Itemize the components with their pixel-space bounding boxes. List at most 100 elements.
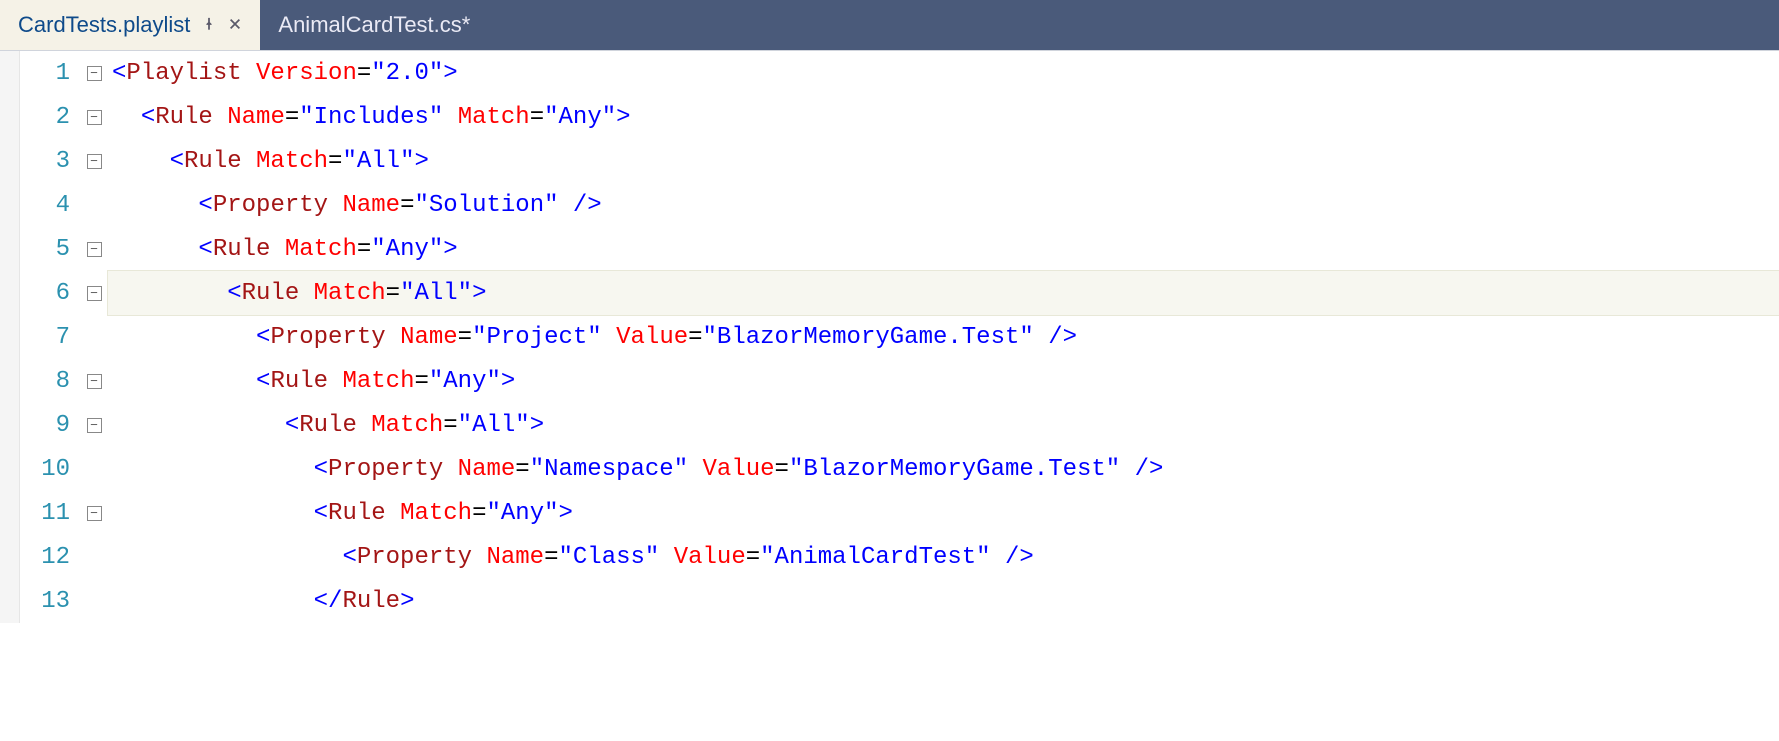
token-elem: Rule xyxy=(155,104,213,131)
tab-inactive[interactable]: AnimalCardTest.cs* xyxy=(260,0,488,50)
token-attr: Value xyxy=(616,324,688,351)
margin-strip xyxy=(0,51,20,623)
token-plain xyxy=(357,412,371,439)
token-attr: Name xyxy=(458,456,516,483)
token-punct: < xyxy=(314,500,328,527)
fold-collapse-icon[interactable]: − xyxy=(87,506,102,521)
code-line[interactable]: <Rule Match="All"> xyxy=(108,139,1779,183)
token-eq: = xyxy=(515,456,529,483)
code-line[interactable]: <Rule Match="Any"> xyxy=(108,227,1779,271)
fold-column: − xyxy=(80,374,108,389)
fold-collapse-icon[interactable]: − xyxy=(87,66,102,81)
editor-area: 1−2−3−45−6−78−9−1011−1213 <Playlist Vers… xyxy=(0,50,1779,623)
line-number: 4 xyxy=(20,192,80,219)
code-line[interactable]: <Property Name="Namespace" Value="Blazor… xyxy=(108,447,1779,491)
token-eq: = xyxy=(746,544,760,571)
token-plain xyxy=(472,544,486,571)
tab-active-label: CardTests.playlist xyxy=(18,12,190,38)
token-str: "All" xyxy=(342,148,414,175)
tab-active[interactable]: CardTests.playlist xyxy=(0,0,260,50)
gutter-row: 5− xyxy=(20,227,108,271)
token-str: "Any" xyxy=(429,368,501,395)
token-punct: > xyxy=(559,500,573,527)
token-punct: > xyxy=(472,280,486,307)
gutter: 1−2−3−45−6−78−9−1011−1213 xyxy=(20,51,108,623)
code-line[interactable]: <Rule Match="Any"> xyxy=(108,491,1779,535)
token-eq: = xyxy=(414,368,428,395)
code-line[interactable]: <Rule Name="Includes" Match="Any"> xyxy=(108,95,1779,139)
gutter-row: 9− xyxy=(20,403,108,447)
token-punct: < xyxy=(170,148,184,175)
fold-collapse-icon[interactable]: − xyxy=(87,154,102,169)
token-eq: = xyxy=(472,500,486,527)
gutter-row: 12 xyxy=(20,535,108,579)
code-line[interactable]: <Property Name="Project" Value="BlazorMe… xyxy=(108,315,1779,359)
code-line[interactable]: <Property Name="Class" Value="AnimalCard… xyxy=(108,535,1779,579)
token-str: "AnimalCardTest" xyxy=(760,544,990,571)
token-str: "Namespace" xyxy=(530,456,688,483)
token-plain xyxy=(386,500,400,527)
token-attr: Value xyxy=(674,544,746,571)
code-line[interactable]: <Rule Match="Any"> xyxy=(108,359,1779,403)
code-line[interactable]: <Property Name="Solution" /> xyxy=(108,183,1779,227)
token-punct: > xyxy=(616,104,630,131)
token-eq: = xyxy=(544,544,558,571)
line-number: 8 xyxy=(20,368,80,395)
token-str: "Any" xyxy=(544,104,616,131)
line-number: 6 xyxy=(20,280,80,307)
token-attr: Name xyxy=(486,544,544,571)
fold-collapse-icon[interactable]: − xyxy=(87,418,102,433)
token-eq: = xyxy=(328,148,342,175)
token-str: "Any" xyxy=(371,236,443,263)
token-attr: Name xyxy=(227,104,285,131)
code-line[interactable]: <Rule Match="All"> xyxy=(108,403,1779,447)
line-number: 10 xyxy=(20,456,80,483)
gutter-row: 11− xyxy=(20,491,108,535)
token-plain xyxy=(386,324,400,351)
token-plain xyxy=(443,456,457,483)
token-punct: < xyxy=(227,280,241,307)
code-line[interactable]: </Rule> xyxy=(108,579,1779,623)
fold-collapse-icon[interactable]: − xyxy=(87,242,102,257)
token-eq: = xyxy=(458,324,472,351)
token-plain xyxy=(602,324,616,351)
token-str: "All" xyxy=(458,412,530,439)
code-line[interactable]: <Rule Match="All"> xyxy=(108,271,1779,315)
token-punct: < xyxy=(314,456,328,483)
pin-icon[interactable] xyxy=(202,15,216,36)
fold-collapse-icon[interactable]: − xyxy=(87,110,102,125)
token-elem: Rule xyxy=(242,280,300,307)
fold-column: − xyxy=(80,154,108,169)
token-punct: /> xyxy=(573,192,602,219)
fold-column: − xyxy=(80,110,108,125)
fold-collapse-icon[interactable]: − xyxy=(87,286,102,301)
close-icon[interactable] xyxy=(228,15,242,36)
token-str: "BlazorMemoryGame.Test" xyxy=(703,324,1034,351)
token-elem: Rule xyxy=(342,588,400,615)
token-punct: > xyxy=(400,588,414,615)
token-punct: /> xyxy=(1048,324,1077,351)
line-number: 7 xyxy=(20,324,80,351)
token-punct: > xyxy=(443,60,457,87)
line-number: 5 xyxy=(20,236,80,263)
token-plain xyxy=(270,236,284,263)
token-plain xyxy=(328,368,342,395)
gutter-row: 6− xyxy=(20,271,108,315)
token-str: "Class" xyxy=(558,544,659,571)
token-plain xyxy=(443,104,457,131)
code-area[interactable]: <Playlist Version="2.0"> <Rule Name="Inc… xyxy=(108,51,1779,623)
fold-collapse-icon[interactable]: − xyxy=(87,374,102,389)
token-str: "Solution" xyxy=(414,192,558,219)
token-str: "BlazorMemoryGame.Test" xyxy=(789,456,1120,483)
token-plain xyxy=(688,456,702,483)
code-line[interactable]: <Playlist Version="2.0"> xyxy=(108,51,1779,95)
token-eq: = xyxy=(386,280,400,307)
token-attr: Match xyxy=(285,236,357,263)
token-eq: = xyxy=(357,60,371,87)
token-punct: < xyxy=(198,192,212,219)
token-plain xyxy=(659,544,673,571)
token-elem: Property xyxy=(328,456,443,483)
token-punct: < xyxy=(256,368,270,395)
token-attr: Name xyxy=(342,192,400,219)
token-punct: < xyxy=(112,60,126,87)
